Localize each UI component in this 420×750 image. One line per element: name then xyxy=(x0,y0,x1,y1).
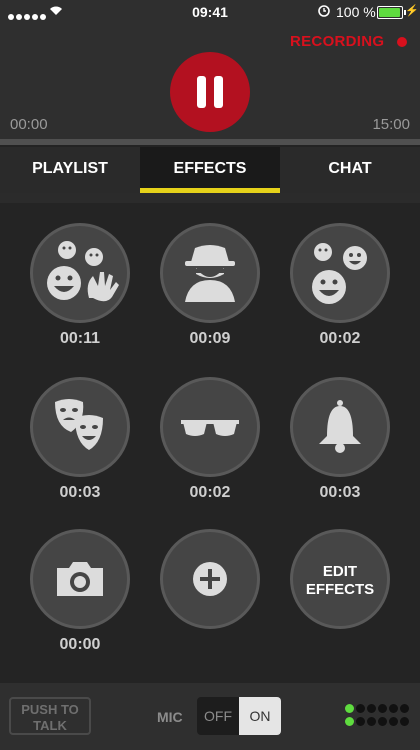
theater-masks-icon xyxy=(30,377,130,477)
bottom-bar: PUSH TO TALK MIC OFF ON xyxy=(0,683,420,750)
level-dot xyxy=(400,717,409,726)
edit-effects-button[interactable]: EDIT EFFECTS xyxy=(275,529,405,629)
level-dot xyxy=(367,717,376,726)
smileys-icon xyxy=(290,223,390,323)
level-dot xyxy=(389,704,398,713)
pause-icon xyxy=(197,76,206,108)
effect-duration: 00:02 xyxy=(319,330,361,347)
recording-indicator: RECORDING xyxy=(290,33,385,50)
mic-off-option[interactable]: OFF xyxy=(197,697,239,735)
level-dot xyxy=(345,704,354,713)
crowd-laugh-icon xyxy=(30,223,130,323)
spy-icon xyxy=(160,223,260,323)
mic-on-option[interactable]: ON xyxy=(239,697,281,735)
tab-effects[interactable]: EFFECTS xyxy=(140,147,280,193)
effect-camera[interactable]: 00:00 xyxy=(15,529,145,654)
camera-icon xyxy=(30,529,130,629)
audio-level-meter xyxy=(345,702,415,730)
effect-duration: 00:02 xyxy=(189,484,231,501)
level-dot xyxy=(400,704,409,713)
level-dot xyxy=(389,717,398,726)
effect-crowd-laugh[interactable]: 00:11 xyxy=(15,223,145,348)
level-dot xyxy=(367,704,376,713)
effect-smileys[interactable]: 00:02 xyxy=(275,223,405,348)
push-to-talk-button[interactable]: PUSH TO TALK xyxy=(9,697,91,735)
pause-button[interactable] xyxy=(170,52,250,132)
level-dot xyxy=(378,717,387,726)
effect-duration: 00:09 xyxy=(189,330,231,347)
sunglasses-icon xyxy=(160,377,260,477)
mic-label: MIC xyxy=(157,709,183,725)
alarm-icon xyxy=(317,3,331,20)
effect-bell[interactable]: 00:03 xyxy=(275,377,405,502)
bell-icon xyxy=(290,377,390,477)
add-effect-button[interactable] xyxy=(145,529,275,629)
effect-duration: 00:03 xyxy=(319,484,361,501)
charging-icon: ⚡ xyxy=(405,5,419,17)
battery-percent: 100 % xyxy=(336,4,376,20)
level-dot xyxy=(345,717,354,726)
effect-duration: 00:11 xyxy=(59,330,101,347)
record-dot-icon xyxy=(397,37,407,47)
battery-icon xyxy=(377,6,406,19)
effect-duration: 00:00 xyxy=(59,636,101,653)
effect-theater-masks[interactable]: 00:03 xyxy=(15,377,145,502)
tab-playlist[interactable]: PLAYLIST xyxy=(0,147,140,193)
level-dot xyxy=(356,717,365,726)
edit-effects-label: EDIT EFFECTS xyxy=(305,563,375,598)
tab-chat[interactable]: CHAT xyxy=(280,147,420,193)
level-dot xyxy=(356,704,365,713)
elapsed-time: 00:00 xyxy=(10,116,48,133)
recorder-header: 09:41 100 % ⚡ RECORDING 00:00 15:00 xyxy=(0,0,420,140)
plus-icon xyxy=(160,529,260,629)
recording-progress-bar[interactable] xyxy=(0,139,420,145)
total-time: 15:00 xyxy=(372,116,410,133)
effect-sunglasses[interactable]: 00:02 xyxy=(145,377,275,502)
effects-grid: 00:11 00:09 00:02 00:03 00:02 00:03 00:0… xyxy=(0,203,420,683)
effect-duration: 00:03 xyxy=(59,484,101,501)
mic-toggle[interactable]: OFF ON xyxy=(197,697,281,735)
tab-bar: PLAYLIST EFFECTS CHAT xyxy=(0,147,420,193)
level-dot xyxy=(378,704,387,713)
status-bar: 09:41 100 % ⚡ xyxy=(0,0,420,24)
effect-spy[interactable]: 00:09 xyxy=(145,223,275,348)
